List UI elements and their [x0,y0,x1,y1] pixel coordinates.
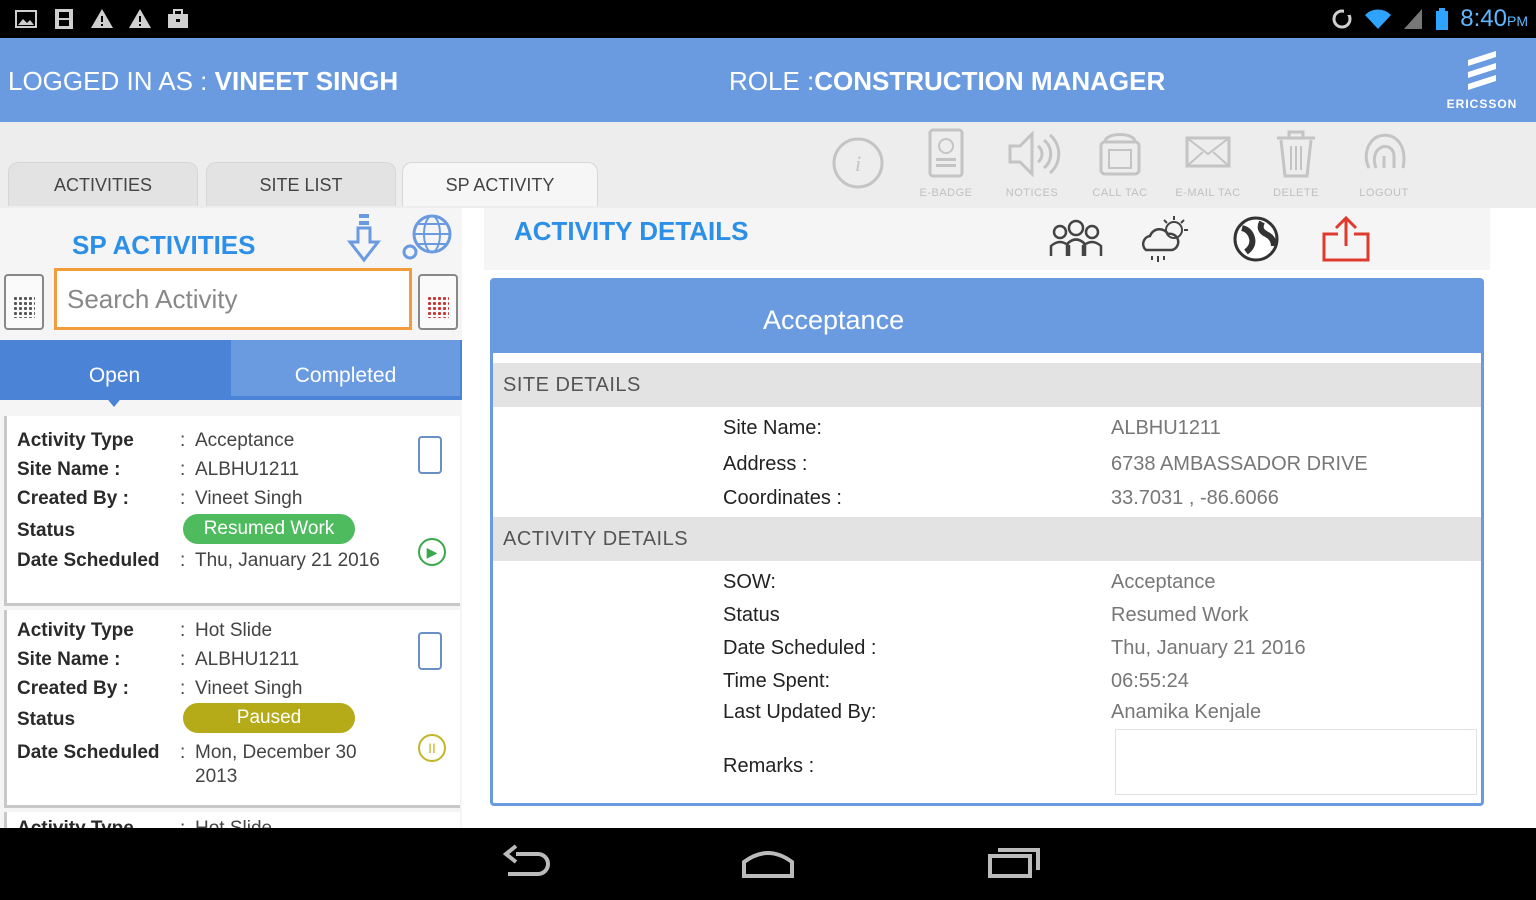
sp-activities-panel: SP ACTIVITIES Open Completed Activity Ty… [0,208,462,828]
list-item[interactable]: Activity Type: Acceptance Site Name :: ALB… [4,416,460,606]
tab-activities[interactable]: ACTIVITIES [8,162,198,206]
weather-icon[interactable] [1136,214,1196,264]
ericsson-logo-icon [1468,51,1496,90]
segment-completed[interactable]: Completed [231,340,460,396]
selected-indicator [104,395,124,407]
badge-icon [928,128,964,178]
phone-icon[interactable] [418,632,442,670]
status-segment: Open Completed [0,340,462,407]
end-date-calendar-icon[interactable] [418,274,458,330]
list-item[interactable]: Activity Type: Hot Slide Site Name :: ALBH… [4,610,460,808]
phone-icon[interactable] [418,436,442,474]
trash-icon [1277,130,1315,178]
recents-icon[interactable] [984,840,1044,884]
export-icon[interactable] [1316,214,1376,264]
activity-details-header: ACTIVITY DETAILS [484,208,1490,270]
briefcase-icon [168,9,188,28]
status-badge: Paused [183,703,355,733]
globe-icon[interactable] [1226,214,1286,264]
svg-text:i: i [855,151,861,176]
ericsson-logo: ERICSSON [1440,48,1524,116]
app-header: LOGGED IN AS : VINEET SINGH ROLE :CONSTR… [0,38,1536,122]
info-icon: i [832,137,884,189]
wifi-icon [1365,9,1392,29]
mail-icon [1185,136,1231,168]
tab-site-list[interactable]: SITE LIST [206,162,396,206]
delete-button[interactable]: DELETE [1256,128,1336,200]
status-badge: Resumed Work [183,514,355,544]
logout-button[interactable]: LOGOUT [1344,128,1424,200]
download-icon[interactable] [344,210,384,264]
user-name: VINEET SINGH [214,66,399,96]
activity-details-panel: Acceptance SITE DETAILS Site Name: ALBHU1… [490,278,1484,806]
activity-details-title: ACTIVITY DETAILS [514,216,749,246]
logged-in-as: LOGGED IN AS : VINEET SINGH [8,66,399,96]
warning-icon [91,9,113,28]
search-input[interactable] [57,271,409,327]
battery-icon [1436,8,1449,30]
activity-list: Activity Type: Acceptance Site Name :: ALB… [4,416,460,828]
site-details-section: SITE DETAILS [493,363,1481,407]
email-tac-button[interactable]: E-MAIL TAC [1168,128,1248,200]
home-icon[interactable] [738,840,798,884]
segment-open[interactable]: Open [0,340,229,396]
notices-button[interactable]: NOTICES [992,128,1072,200]
panel-title: Acceptance [493,281,1481,353]
system-nav-bar [0,828,1536,900]
search-box[interactable] [54,268,412,330]
fingerprint-icon [1364,133,1406,169]
play-icon[interactable]: ▶ [418,538,446,566]
remarks-input[interactable] [1115,729,1477,795]
e-badge-button[interactable]: E-BADGE [906,128,986,200]
activity-details-section: ACTIVITY DETAILS [493,517,1481,561]
status-bar: 8:40PM [0,0,1536,38]
pause-icon[interactable]: II [418,734,446,762]
gallery-icon [15,10,37,28]
list-item[interactable]: Activity Type:Hot Slide [4,812,460,828]
role-name: CONSTRUCTION MANAGER [814,66,1166,96]
role-label: ROLE :CONSTRUCTION MANAGER [729,66,1166,96]
globe-search-icon[interactable] [398,210,456,264]
sync-icon [1332,9,1352,29]
phone-icon [1099,133,1141,176]
info-button[interactable]: i [818,128,898,200]
team-icon[interactable] [1046,214,1106,264]
signal-icon [1404,9,1423,29]
clock: 8:40PM [1460,5,1528,32]
start-date-calendar-icon[interactable] [4,274,44,330]
speaker-icon [1008,130,1061,178]
back-icon[interactable] [496,840,556,884]
sp-activities-title: SP ACTIVITIES [72,230,256,260]
film-icon [55,9,73,29]
call-tac-button[interactable]: CALL TAC [1080,128,1160,200]
warning-icon [129,9,151,28]
tab-sp-activity[interactable]: SP ACTIVITY [402,162,598,206]
